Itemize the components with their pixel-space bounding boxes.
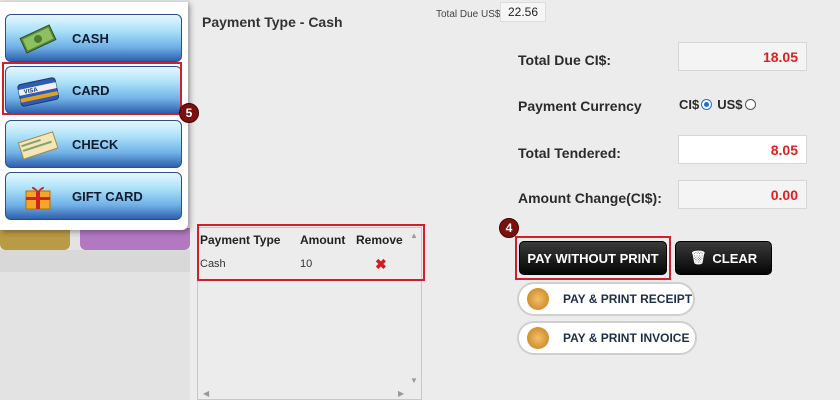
payment-type-title: Payment Type - Cash <box>202 14 343 30</box>
step-badge-card: 5 <box>179 103 199 123</box>
step-badge-pay: 4 <box>499 218 519 238</box>
total-tendered-input[interactable]: 8.05 <box>678 135 807 164</box>
pay-print-receipt-button[interactable]: PAY & PRINT RECEIPT <box>517 282 695 316</box>
card-button-highlight <box>2 62 182 115</box>
check-icon <box>17 131 59 160</box>
check-label: CHECK <box>72 136 119 152</box>
receipt-coin-icon <box>527 288 549 310</box>
scroll-up-icon[interactable]: ▲ <box>410 231 418 240</box>
pay-print-invoice-label: PAY & PRINT INVOICE <box>563 331 690 345</box>
clear-button[interactable]: 🗑 CLEAR <box>675 241 772 275</box>
currency-usd-label: US$ <box>717 97 743 112</box>
invoice-coin-icon <box>527 327 549 349</box>
total-due-ci-label: Total Due CI$: <box>518 52 612 68</box>
gift-card-label: GIFT CARD <box>72 188 143 204</box>
check-button[interactable]: CHECK <box>5 120 182 168</box>
scroll-down-icon[interactable]: ▼ <box>410 376 418 385</box>
total-tendered-label: Total Tendered: <box>518 145 621 161</box>
currency-ci-label: CI$ <box>679 97 700 112</box>
cash-icon <box>19 24 57 54</box>
category-strip <box>0 250 190 272</box>
pay-without-print-highlight <box>515 236 671 280</box>
currency-ci-radio[interactable] <box>701 99 713 110</box>
pay-print-invoice-button[interactable]: PAY & PRINT INVOICE <box>517 321 697 355</box>
pay-print-receipt-label: PAY & PRINT RECEIPT <box>563 292 693 306</box>
scroll-left-icon[interactable]: ◀ <box>203 389 209 398</box>
category-tile-purple[interactable] <box>80 228 190 250</box>
total-due-usd-value: 22.56 <box>500 2 546 22</box>
category-tile-gold[interactable] <box>0 228 70 250</box>
amount-change-value: 0.00 <box>678 180 807 209</box>
gift-card-button[interactable]: GIFT CARD <box>5 172 182 220</box>
clear-label: CLEAR <box>712 250 758 266</box>
payment-currency-options: CI$ US$ <box>679 97 756 112</box>
payment-method-menu: CASH VISA CARD CHECK GIFT CARD <box>0 2 188 230</box>
trash-icon: 🗑 <box>689 250 707 265</box>
cash-button[interactable]: CASH <box>5 14 182 62</box>
cash-label: CASH <box>72 30 109 46</box>
scroll-right-icon[interactable]: ▶ <box>398 389 404 398</box>
total-due-ci-value: 18.05 <box>678 42 807 71</box>
amount-change-label: Amount Change(CI$): <box>518 190 662 206</box>
total-due-usd-label: Total Due US$ <box>436 9 501 20</box>
payments-table-highlight <box>197 224 425 281</box>
gift-card-icon <box>25 186 51 210</box>
payment-currency-label: Payment Currency <box>518 98 642 114</box>
currency-usd-radio[interactable] <box>744 99 756 110</box>
